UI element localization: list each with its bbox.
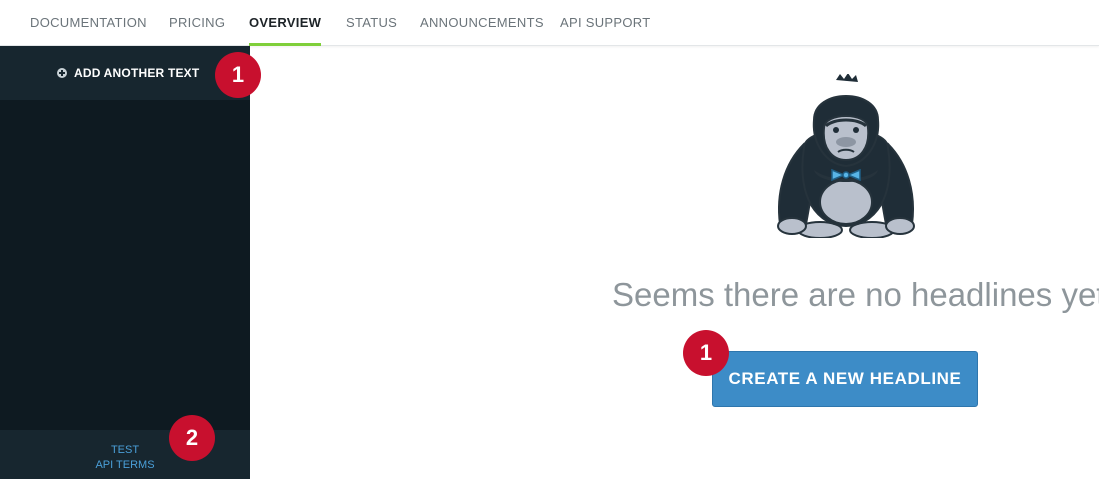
tab-announcements[interactable]: ANNOUNCEMENTS	[420, 0, 544, 46]
sidebar: ADD ANOTHER TEXT TEST API TERMS	[0, 46, 250, 479]
plus-circle-icon	[57, 68, 67, 78]
gorilla-mascot-icon	[777, 74, 915, 238]
step-badge-sidebar-bottom: 2	[169, 415, 215, 461]
add-another-text-label: ADD ANOTHER TEXT	[74, 66, 200, 80]
step-badge-sidebar-top: 1	[215, 52, 261, 98]
sidebar-add-panel: ADD ANOTHER TEXT	[0, 46, 250, 100]
tab-pricing[interactable]: PRICING	[169, 0, 225, 46]
top-navigation: DOCUMENTATION PRICING OVERVIEW STATUS AN…	[0, 0, 1099, 46]
footer-link-api-terms[interactable]: API TERMS	[0, 459, 250, 471]
step-badge-create: 1	[683, 330, 729, 376]
tab-status[interactable]: STATUS	[346, 0, 397, 46]
add-another-text-button[interactable]: ADD ANOTHER TEXT	[57, 66, 199, 80]
empty-state-message: Seems there are no headlines yet.	[612, 276, 1099, 313]
create-new-headline-button[interactable]: CREATE A NEW HEADLINE	[712, 351, 978, 407]
tab-api-support[interactable]: API SUPPORT	[560, 0, 650, 46]
tab-overview[interactable]: OVERVIEW	[249, 0, 322, 46]
tab-documentation[interactable]: DOCUMENTATION	[30, 0, 147, 46]
